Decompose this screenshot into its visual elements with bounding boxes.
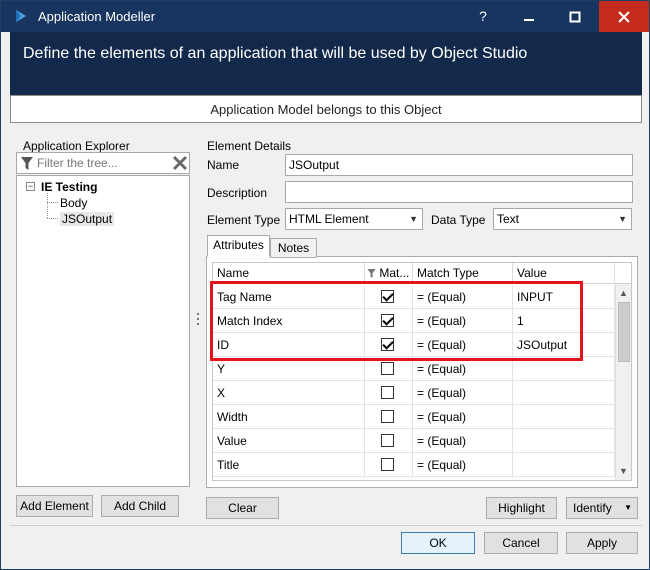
- chevron-down-icon: ▼: [409, 214, 418, 224]
- chevron-down-icon: ▼: [618, 214, 627, 224]
- match-type-cell[interactable]: = (Equal): [413, 405, 513, 429]
- apply-button[interactable]: Apply: [566, 532, 638, 554]
- add-child-button[interactable]: Add Child: [101, 495, 179, 517]
- tree-connector: [47, 202, 58, 203]
- filter-icon: [367, 269, 376, 278]
- clear-button[interactable]: Clear: [206, 497, 279, 519]
- minimize-button[interactable]: [506, 1, 552, 32]
- name-field[interactable]: JSOutput: [285, 154, 633, 176]
- close-icon: [618, 11, 630, 23]
- element-type-label: Element Type: [207, 213, 281, 227]
- match-type-cell[interactable]: = (Equal): [413, 381, 513, 405]
- scroll-down-icon[interactable]: ▼: [619, 466, 628, 476]
- identify-label: Identify: [573, 501, 612, 515]
- table-row[interactable]: Width = (Equal): [213, 405, 615, 429]
- table-row[interactable]: Title = (Equal): [213, 453, 615, 477]
- filter-input[interactable]: [37, 155, 167, 171]
- match-type-cell[interactable]: = (Equal): [413, 453, 513, 477]
- tree-item-jsoutput[interactable]: JSOutput: [60, 212, 115, 226]
- application-explorer-label: Application Explorer: [23, 139, 130, 153]
- collapse-toggle-icon[interactable]: −: [26, 182, 35, 191]
- application-tree[interactable]: − IE Testing Body JSOutput: [16, 175, 190, 487]
- footer-divider: [10, 525, 642, 526]
- title-bar[interactable]: Application Modeller ?: [1, 1, 649, 32]
- tree-connector: [47, 218, 58, 219]
- close-button[interactable]: [599, 1, 649, 32]
- attribute-name-cell: X: [213, 381, 365, 405]
- ok-button[interactable]: OK: [401, 532, 475, 554]
- value-cell[interactable]: [513, 429, 615, 453]
- match-cell: [365, 429, 413, 453]
- maximize-button[interactable]: [552, 1, 598, 32]
- data-type-value: Text: [497, 212, 520, 226]
- element-details-label: Element Details: [207, 139, 292, 153]
- attribute-name-cell: Value: [213, 429, 365, 453]
- element-type-value: HTML Element: [289, 212, 369, 226]
- tree-root-ie-testing[interactable]: IE Testing: [41, 180, 97, 194]
- table-row[interactable]: X = (Equal): [213, 381, 615, 405]
- match-cell: [365, 453, 413, 477]
- description-label: Description: [207, 186, 268, 200]
- description-field[interactable]: [285, 181, 633, 203]
- table-row[interactable]: Value = (Equal): [213, 429, 615, 453]
- minimize-icon: [524, 19, 534, 21]
- match-checkbox[interactable]: [381, 362, 394, 375]
- value-cell[interactable]: [513, 381, 615, 405]
- value-cell[interactable]: [513, 453, 615, 477]
- panel-splitter[interactable]: [197, 313, 201, 328]
- filter-icon: [21, 157, 33, 170]
- highlight-button[interactable]: Highlight: [486, 497, 557, 519]
- tree-connector: [47, 193, 48, 218]
- match-cell: [365, 381, 413, 405]
- value-cell[interactable]: [513, 405, 615, 429]
- match-type-cell[interactable]: = (Equal): [413, 429, 513, 453]
- element-type-select[interactable]: HTML Element ▼: [285, 208, 423, 230]
- maximize-icon: [569, 11, 581, 23]
- name-label: Name: [207, 158, 240, 172]
- match-checkbox[interactable]: [381, 434, 394, 447]
- column-header-match-label: Mat...: [379, 266, 410, 280]
- scroll-thumb[interactable]: [618, 302, 630, 362]
- application-modeller-window: Application Modeller ? Define the elemen…: [0, 0, 650, 570]
- highlight-annotation: [210, 281, 583, 361]
- tab-notes[interactable]: Notes: [270, 238, 317, 258]
- match-checkbox[interactable]: [381, 458, 394, 471]
- header-description: Define the elements of an application th…: [23, 45, 528, 62]
- model-owner-label[interactable]: Application Model belongs to this Object: [10, 95, 642, 123]
- chevron-down-icon: ▼: [624, 503, 632, 512]
- match-checkbox[interactable]: [381, 386, 394, 399]
- attribute-name-cell: Width: [213, 405, 365, 429]
- window-title: Application Modeller: [38, 9, 156, 24]
- tree-filter[interactable]: [16, 152, 190, 174]
- vertical-scrollbar[interactable]: ▲ ▼: [615, 284, 631, 480]
- header-banner: Define the elements of an application th…: [10, 32, 642, 95]
- data-type-label: Data Type: [431, 213, 486, 227]
- data-type-select[interactable]: Text ▼: [493, 208, 632, 230]
- cancel-button[interactable]: Cancel: [484, 532, 558, 554]
- match-cell: [365, 405, 413, 429]
- app-logo-icon: [16, 10, 26, 22]
- clear-filter-icon[interactable]: [172, 155, 188, 171]
- attribute-name-cell: Title: [213, 453, 365, 477]
- scroll-up-icon[interactable]: ▲: [619, 288, 628, 298]
- add-element-button[interactable]: Add Element: [16, 495, 93, 517]
- tree-item-body[interactable]: Body: [60, 196, 87, 210]
- identify-button[interactable]: Identify ▼: [566, 497, 638, 519]
- match-checkbox[interactable]: [381, 410, 394, 423]
- help-button[interactable]: ?: [460, 1, 506, 32]
- tab-attributes[interactable]: Attributes: [207, 235, 270, 257]
